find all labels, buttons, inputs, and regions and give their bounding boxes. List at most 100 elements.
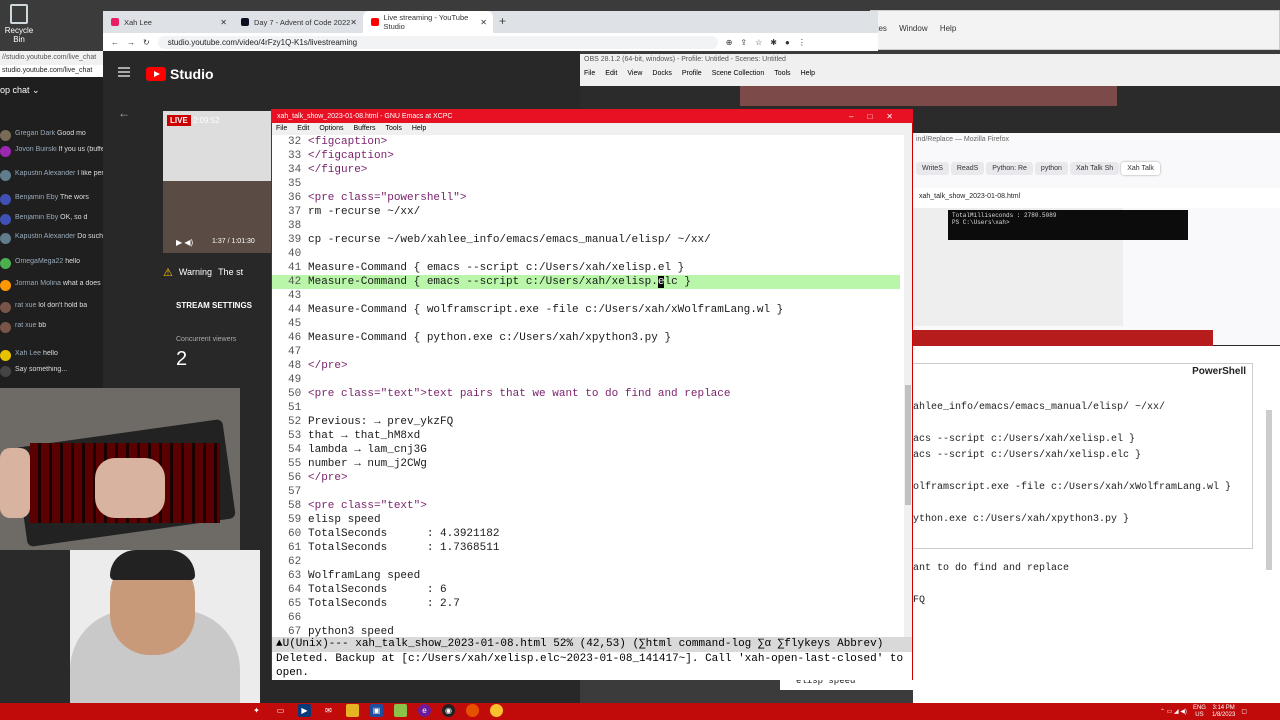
profile-icon[interactable]: ● <box>785 38 790 47</box>
notepad-icon[interactable] <box>394 704 407 717</box>
firefox-icon[interactable] <box>466 704 479 717</box>
studio-logo[interactable]: Studio <box>146 66 214 82</box>
file-explorer-icon[interactable] <box>346 704 359 717</box>
tray-icons[interactable]: ⌃ ▭ ◢ ◀) <box>1160 708 1187 715</box>
line-number: 44 <box>288 304 302 316</box>
obs-menu-item[interactable]: Edit <box>605 70 617 77</box>
back-icon[interactable]: ← <box>111 38 119 47</box>
chat-message: Jovon Buirski If you us (buffer-modified… <box>0 146 103 160</box>
bookmark-star-icon[interactable]: ☆ <box>755 38 762 47</box>
hand <box>95 458 165 518</box>
obs-menu-item[interactable]: Scene Collection <box>712 70 765 77</box>
line-text: Measure-Command { emacs --script c:/User… <box>308 276 691 288</box>
clock[interactable]: 3:14 PM 1/8/2023 <box>1212 705 1235 719</box>
powershell-icon[interactable]: ▣ <box>370 704 383 717</box>
chat-message: Gregan Dark Good mo <box>0 130 103 144</box>
forward-icon[interactable]: → <box>127 38 135 47</box>
hamburger-menu-icon[interactable] <box>118 67 130 77</box>
chat-text: Do such issue ? <box>77 233 103 240</box>
firefox-tab[interactable]: Python: Re <box>986 162 1033 175</box>
top-chat-dropdown[interactable]: op chat ⌄ <box>0 85 40 96</box>
line-number: 62 <box>288 556 302 568</box>
live-video-preview[interactable] <box>163 111 273 253</box>
back-arrow-icon[interactable]: ← <box>118 106 130 120</box>
window-controls-icon[interactable]: –□✕ <box>849 112 907 121</box>
obs-menu-item[interactable]: File <box>584 70 595 77</box>
tab-xah-lee[interactable]: Xah Lee ✕ <box>103 11 233 33</box>
tab-youtube-studio[interactable]: Live streaming - YouTube Studio ✕ <box>363 11 493 33</box>
viewer-count: 2 <box>176 348 188 370</box>
obs-icon[interactable]: ◉ <box>442 704 455 717</box>
obs-menu-item[interactable]: Docks <box>652 70 671 77</box>
chat-message: Benjamin Eby OK, so d <box>0 214 103 228</box>
obs-menu-item[interactable]: Tools <box>774 70 790 77</box>
emacs-scrollbar[interactable] <box>904 135 912 637</box>
recycle-bin-icon[interactable]: Recycle Bin <box>2 4 36 44</box>
webpage-scrollbar[interactable] <box>1266 410 1272 570</box>
line-number: 43 <box>288 290 302 302</box>
tab-advent-of-code[interactable]: Day 7 - Advent of Code 2022 ✕ <box>233 11 363 33</box>
chat-text: lol don't hold ba <box>38 302 88 309</box>
stream-settings-heading[interactable]: STREAM SETTINGS <box>176 301 252 310</box>
notification-icon[interactable]: ▢ <box>1241 708 1247 715</box>
live-duration: 2:09:52 <box>193 116 220 125</box>
code-line: 34 </figure> <box>272 163 900 177</box>
mail-icon[interactable]: ✉ <box>322 704 335 717</box>
code-line: 65 TotalSeconds : 2.7 <box>272 597 900 611</box>
chat-text: hello <box>43 350 58 357</box>
new-tab-button[interactable]: + <box>493 11 512 33</box>
terminal-icon[interactable]: ▶ <box>298 704 311 717</box>
code-line: 57 <box>272 485 900 499</box>
emacs-menu-edit[interactable]: Edit <box>297 125 309 132</box>
emacs-menu-help[interactable]: Help <box>412 125 426 132</box>
firefox-tab[interactable]: WriteS <box>916 162 949 175</box>
tab-label: Day 7 - Advent of Code 2022 <box>254 17 351 27</box>
chat-author: rat xue <box>15 322 37 329</box>
chat-avatar <box>0 366 11 377</box>
reload-icon[interactable]: ↻ <box>143 38 150 47</box>
share-icon[interactable]: ⇪ <box>740 38 747 47</box>
code-line: 62 <box>272 555 900 569</box>
obs-menu-item[interactable]: Help <box>801 70 815 77</box>
firefox-tab[interactable]: python <box>1034 162 1068 175</box>
live-chat-url-bar[interactable]: //studio.youtube.com/live_chat <box>0 51 103 65</box>
close-icon[interactable]: ✕ <box>480 18 487 27</box>
youtube-logo-icon <box>146 67 166 81</box>
zoom-icon[interactable]: ⊕ <box>726 38 733 47</box>
emacs-icon[interactable]: e <box>418 704 431 717</box>
emacs-menu-file[interactable]: File <box>276 125 287 132</box>
firefox-tab[interactable]: Xah Talk Sh <box>1069 162 1120 175</box>
emacs-menu-buffers[interactable]: Buffers <box>353 125 375 132</box>
emacs-buffer[interactable]: 32 <figcaption> 33 </figcaption> 34 </figure>… <box>272 135 900 637</box>
menu-item[interactable]: Window <box>899 24 927 33</box>
play-icon[interactable]: ▶ ◀) <box>176 238 193 247</box>
language-indicator[interactable]: ENG US <box>1193 705 1206 719</box>
close-icon[interactable]: ✕ <box>220 18 227 27</box>
scrollbar-thumb[interactable] <box>905 385 911 505</box>
menu-dots-icon[interactable]: ⋮ <box>798 38 806 47</box>
code-line: 40 <box>272 247 900 261</box>
obs-menu-item[interactable]: View <box>627 70 642 77</box>
close-icon[interactable]: ✕ <box>350 18 357 27</box>
firefox-address-bar[interactable]: xah_talk_show_2023-01-08.html <box>913 188 1280 208</box>
address-bar[interactable]: studio.youtube.com/video/4rFzy1Q-K1s/liv… <box>157 35 718 49</box>
text-cursor: e <box>657 276 665 288</box>
concurrent-viewers-label: Concurrent viewers <box>176 336 237 343</box>
emacs-menu-tools[interactable]: Tools <box>386 125 402 132</box>
chat-input[interactable]: Say something... <box>0 366 103 380</box>
line-number: 51 <box>288 402 302 414</box>
start-icon[interactable]: ✦ <box>250 704 263 717</box>
recycle-bin-label: Recycle Bin <box>4 26 34 44</box>
obs-menu-item[interactable]: Profile <box>682 70 702 77</box>
code-line: 32 <figcaption> <box>272 135 900 149</box>
aoc-favicon-icon <box>241 18 249 26</box>
menu-item[interactable]: Help <box>940 24 956 33</box>
firefox-tab[interactable]: ReadS <box>950 162 985 175</box>
chrome-icon[interactable] <box>490 704 503 717</box>
task-view-icon[interactable]: ▭ <box>274 704 287 717</box>
firefox-tab-active[interactable]: Xah Talk <box>1121 162 1160 175</box>
extensions-icon[interactable]: ✱ <box>770 38 777 47</box>
live-chat-url[interactable]: studio.youtube.com/live_chat <box>0 65 103 77</box>
emacs-menu-options[interactable]: Options <box>319 125 343 132</box>
emacs-minibuffer[interactable]: Deleted. Backup at [c:/Users/xah/xelisp.… <box>272 652 912 680</box>
